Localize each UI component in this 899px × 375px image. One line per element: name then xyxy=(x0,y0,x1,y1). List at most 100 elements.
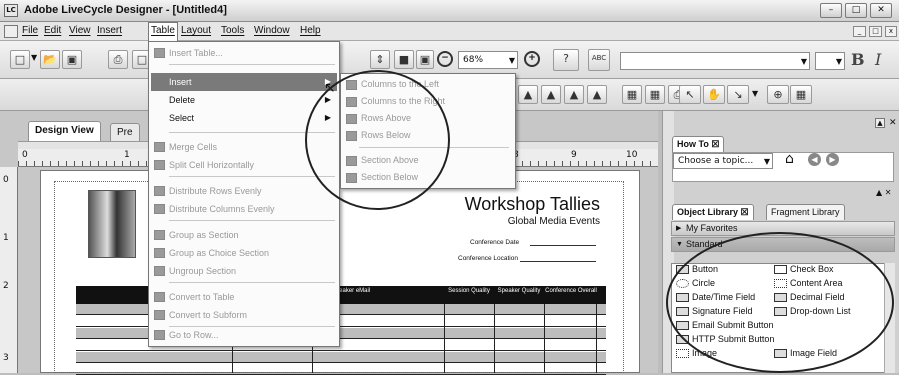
grid-icon[interactable]: ▦ xyxy=(790,85,812,104)
layout-tool-icon-4[interactable]: ▲ xyxy=(587,85,607,104)
menu-item-convert-to-subform[interactable]: Convert to Subform xyxy=(151,306,337,324)
print-icon[interactable]: ⎙ xyxy=(108,50,128,69)
zoom-tool-icon[interactable]: ↘ xyxy=(727,85,749,104)
menu-window[interactable]: Window xyxy=(254,25,290,36)
image-icon xyxy=(676,349,689,358)
font-combo[interactable]: ▼ xyxy=(620,52,810,70)
menu-item-label: Select xyxy=(169,113,195,123)
magnify-icon[interactable]: ⊕ xyxy=(767,85,789,104)
spellcheck-icon[interactable]: ABC xyxy=(588,49,610,71)
menu-item-label: Insert Table... xyxy=(169,48,223,58)
layout-tool-icon-2[interactable]: ▲ xyxy=(541,85,561,104)
zoom-in-icon[interactable]: + xyxy=(524,51,540,67)
menu-item-distribute-columns[interactable]: Distribute Columns Evenly xyxy=(151,200,337,218)
panel-collapse-icon[interactable]: ▲ ✕ xyxy=(876,188,891,197)
help-icon[interactable]: ? xyxy=(553,49,579,71)
maximize-button[interactable]: □ xyxy=(845,3,867,18)
tab-preview[interactable]: Pre xyxy=(110,123,140,141)
font-dropdown-icon[interactable]: ▼ xyxy=(801,54,807,70)
close-icon[interactable]: ☒ xyxy=(741,207,749,217)
layout-tool-icon-5[interactable]: ▦ xyxy=(622,85,642,104)
distribute-rows-icon xyxy=(154,186,165,196)
menu-bar: File Edit View Insert Table Layout Tools… xyxy=(0,22,899,41)
mdi-minimize-button[interactable]: _ xyxy=(853,26,866,37)
table-row[interactable] xyxy=(76,352,606,363)
select-toggle-icon[interactable]: ▣ xyxy=(416,50,434,69)
menu-edit[interactable]: Edit xyxy=(44,25,61,36)
menu-layout[interactable]: Layout xyxy=(181,25,211,36)
forward-icon[interactable]: ▶ xyxy=(826,153,839,166)
zoom-combo[interactable]: 68% ▼ xyxy=(458,51,518,69)
document-icon[interactable] xyxy=(4,25,18,38)
layout-tool-icon-3[interactable]: ▲ xyxy=(564,85,584,104)
group-section-icon xyxy=(154,230,165,240)
collapse-icon[interactable]: ▲ xyxy=(875,118,885,128)
conference-location-line xyxy=(520,261,596,262)
menu-help[interactable]: Help xyxy=(300,25,321,36)
menu-file[interactable]: File xyxy=(22,25,38,36)
menu-item-ungroup-section[interactable]: Ungroup Section xyxy=(151,262,337,280)
form-title[interactable]: Workshop Tallies xyxy=(440,194,600,215)
menu-view[interactable]: View xyxy=(69,25,91,36)
panel-close-icon[interactable]: ✕ xyxy=(889,118,897,128)
convert-to-table-icon xyxy=(154,292,165,302)
menu-item-label: Distribute Columns Evenly xyxy=(169,204,275,214)
conference-date-label[interactable]: Conference Date xyxy=(470,239,519,246)
bold-button[interactable]: B xyxy=(851,50,865,69)
close-icon[interactable]: ☒ xyxy=(711,139,719,149)
select-tool-icon[interactable]: ↖ xyxy=(679,85,701,104)
menu-item-delete[interactable]: Delete ▶ xyxy=(151,91,337,109)
tab-label: Fragment Library xyxy=(771,207,840,217)
tool-icon[interactable]: ■ xyxy=(394,50,414,69)
topic-dropdown-icon[interactable]: ▼ xyxy=(764,155,770,169)
menu-item-go-to-row[interactable]: Go to Row... xyxy=(151,326,337,344)
title-bar: LC Adobe LiveCycle Designer - [Untitled4… xyxy=(0,0,899,22)
layout-tool-icon-6[interactable]: ▦ xyxy=(645,85,665,104)
menu-tools[interactable]: Tools xyxy=(221,25,244,36)
conference-location-label[interactable]: Conference Location xyxy=(458,255,518,262)
minimize-button[interactable]: – xyxy=(820,3,842,18)
zoom-dropdown-icon[interactable]: ▼ xyxy=(509,53,515,69)
size-dropdown-icon[interactable]: ▼ xyxy=(836,54,842,70)
ruler-number: 0 xyxy=(3,175,9,185)
hand-tool-icon[interactable]: ✋ xyxy=(703,85,725,104)
topic-placeholder: Choose a topic... xyxy=(678,156,754,166)
tool-dropdown-icon[interactable]: ▼ xyxy=(752,89,758,98)
size-combo[interactable]: ▼ xyxy=(815,52,845,70)
menu-item-group-section[interactable]: Group as Section xyxy=(151,226,337,244)
form-logo-image[interactable] xyxy=(88,190,136,258)
menu-insert[interactable]: Insert xyxy=(97,25,122,36)
header-session-quality: Session Quality xyxy=(448,288,490,294)
italic-button[interactable]: I xyxy=(875,50,881,69)
menu-item-insert[interactable]: Insert ▶ xyxy=(151,73,337,91)
new-dropdown-icon[interactable]: ▼ xyxy=(31,53,37,62)
mdi-restore-button[interactable]: □ xyxy=(869,26,882,37)
layout-tool-icon-1[interactable]: ▲ xyxy=(518,85,538,104)
menu-item-distribute-rows[interactable]: Distribute Rows Evenly xyxy=(151,182,337,200)
save-icon[interactable]: ▣ xyxy=(62,50,82,69)
ruler-number: 1 xyxy=(3,233,9,243)
tab-object-library[interactable]: Object Library ☒ xyxy=(672,204,754,220)
align-icon[interactable]: ⇕ xyxy=(370,50,390,69)
back-icon[interactable]: ◀ xyxy=(808,153,821,166)
new-icon[interactable]: □ xyxy=(10,50,30,69)
ruler-number: 9 xyxy=(571,150,577,160)
zoom-out-icon[interactable]: − xyxy=(437,51,453,67)
mdi-close-button[interactable]: x xyxy=(885,26,897,37)
close-button[interactable]: ✕ xyxy=(870,3,892,18)
menu-item-insert-table[interactable]: Insert Table... xyxy=(151,44,337,62)
topic-combo[interactable]: Choose a topic... ▼ xyxy=(673,153,773,169)
tab-fragment-library[interactable]: Fragment Library xyxy=(766,204,845,220)
menu-separator xyxy=(169,176,335,177)
menu-item-group-choice-section[interactable]: Group as Choice Section xyxy=(151,244,337,262)
menu-table[interactable]: Table xyxy=(148,22,178,41)
highlight-ellipse xyxy=(666,232,894,373)
table-row[interactable] xyxy=(76,364,606,375)
form-subtitle[interactable]: Global Media Events xyxy=(440,216,600,227)
tab-design-view[interactable]: Design View xyxy=(28,121,101,141)
home-icon[interactable]: ⌂ xyxy=(785,151,794,167)
open-icon[interactable]: 📂 xyxy=(40,50,60,69)
menu-item-label: Go to Row... xyxy=(169,330,219,340)
tab-how-to[interactable]: How To ☒ xyxy=(672,136,725,152)
menu-item-convert-to-table[interactable]: Convert to Table xyxy=(151,288,337,306)
